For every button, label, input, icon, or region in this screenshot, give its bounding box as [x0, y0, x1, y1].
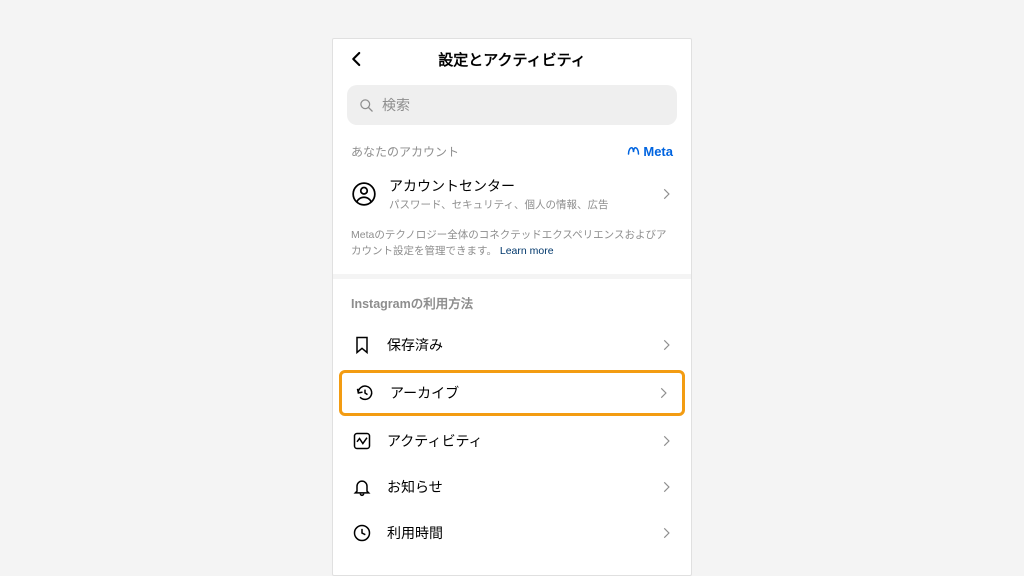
account-center-row[interactable]: アカウントセンター パスワード、セキュリティ、個人の情報、広告 [333, 172, 691, 224]
chevron-right-icon [659, 338, 673, 352]
list-label: お知らせ [387, 477, 645, 497]
list-label: 利用時間 [387, 523, 645, 543]
account-section-title: あなたのアカウント [351, 143, 459, 160]
chevron-right-icon [659, 480, 673, 494]
list-label: アクティビティ [387, 431, 645, 451]
list-label: 保存済み [387, 335, 645, 355]
search-input[interactable]: 検索 [347, 85, 677, 125]
bookmark-icon [351, 334, 373, 356]
account-center-sub: パスワード、セキュリティ、個人の情報、広告 [389, 197, 647, 212]
header: 設定とアクティビティ [333, 39, 691, 79]
search-icon [359, 98, 374, 113]
list-item-saved[interactable]: 保存済み [333, 322, 691, 368]
settings-screen: 設定とアクティビティ 検索 あなたのアカウント Meta アカウントセンター パ… [332, 38, 692, 576]
activity-icon [351, 430, 373, 452]
clock-icon [351, 522, 373, 544]
list-item-notifications[interactable]: お知らせ [333, 464, 691, 510]
chevron-right-icon [659, 434, 673, 448]
chevron-right-icon [656, 386, 670, 400]
account-section-header: あなたのアカウント Meta [333, 139, 691, 172]
chevron-left-icon [348, 50, 366, 68]
account-center-title: アカウントセンター [389, 176, 647, 196]
chevron-right-icon [659, 526, 673, 540]
back-button[interactable] [347, 49, 367, 69]
page-title: 設定とアクティビティ [438, 49, 585, 70]
meta-icon [626, 144, 641, 159]
list-label: アーカイブ [390, 383, 642, 403]
learn-more-link[interactable]: Learn more [500, 245, 554, 257]
meta-logo: Meta [626, 144, 673, 159]
list-item-archive[interactable]: アーカイブ [339, 370, 685, 416]
account-icon [351, 181, 377, 207]
usage-section-title: Instagramの利用方法 [333, 279, 691, 322]
list-item-time[interactable]: 利用時間 [333, 510, 691, 556]
chevron-right-icon [659, 187, 673, 201]
bell-icon [351, 476, 373, 498]
search-placeholder: 検索 [382, 95, 410, 115]
list-item-activity[interactable]: アクティビティ [333, 418, 691, 464]
account-description: Metaのテクノロジー全体のコネクテッドエクスペリエンスおよびアカウント設定を管… [333, 224, 691, 274]
history-icon [354, 382, 376, 404]
